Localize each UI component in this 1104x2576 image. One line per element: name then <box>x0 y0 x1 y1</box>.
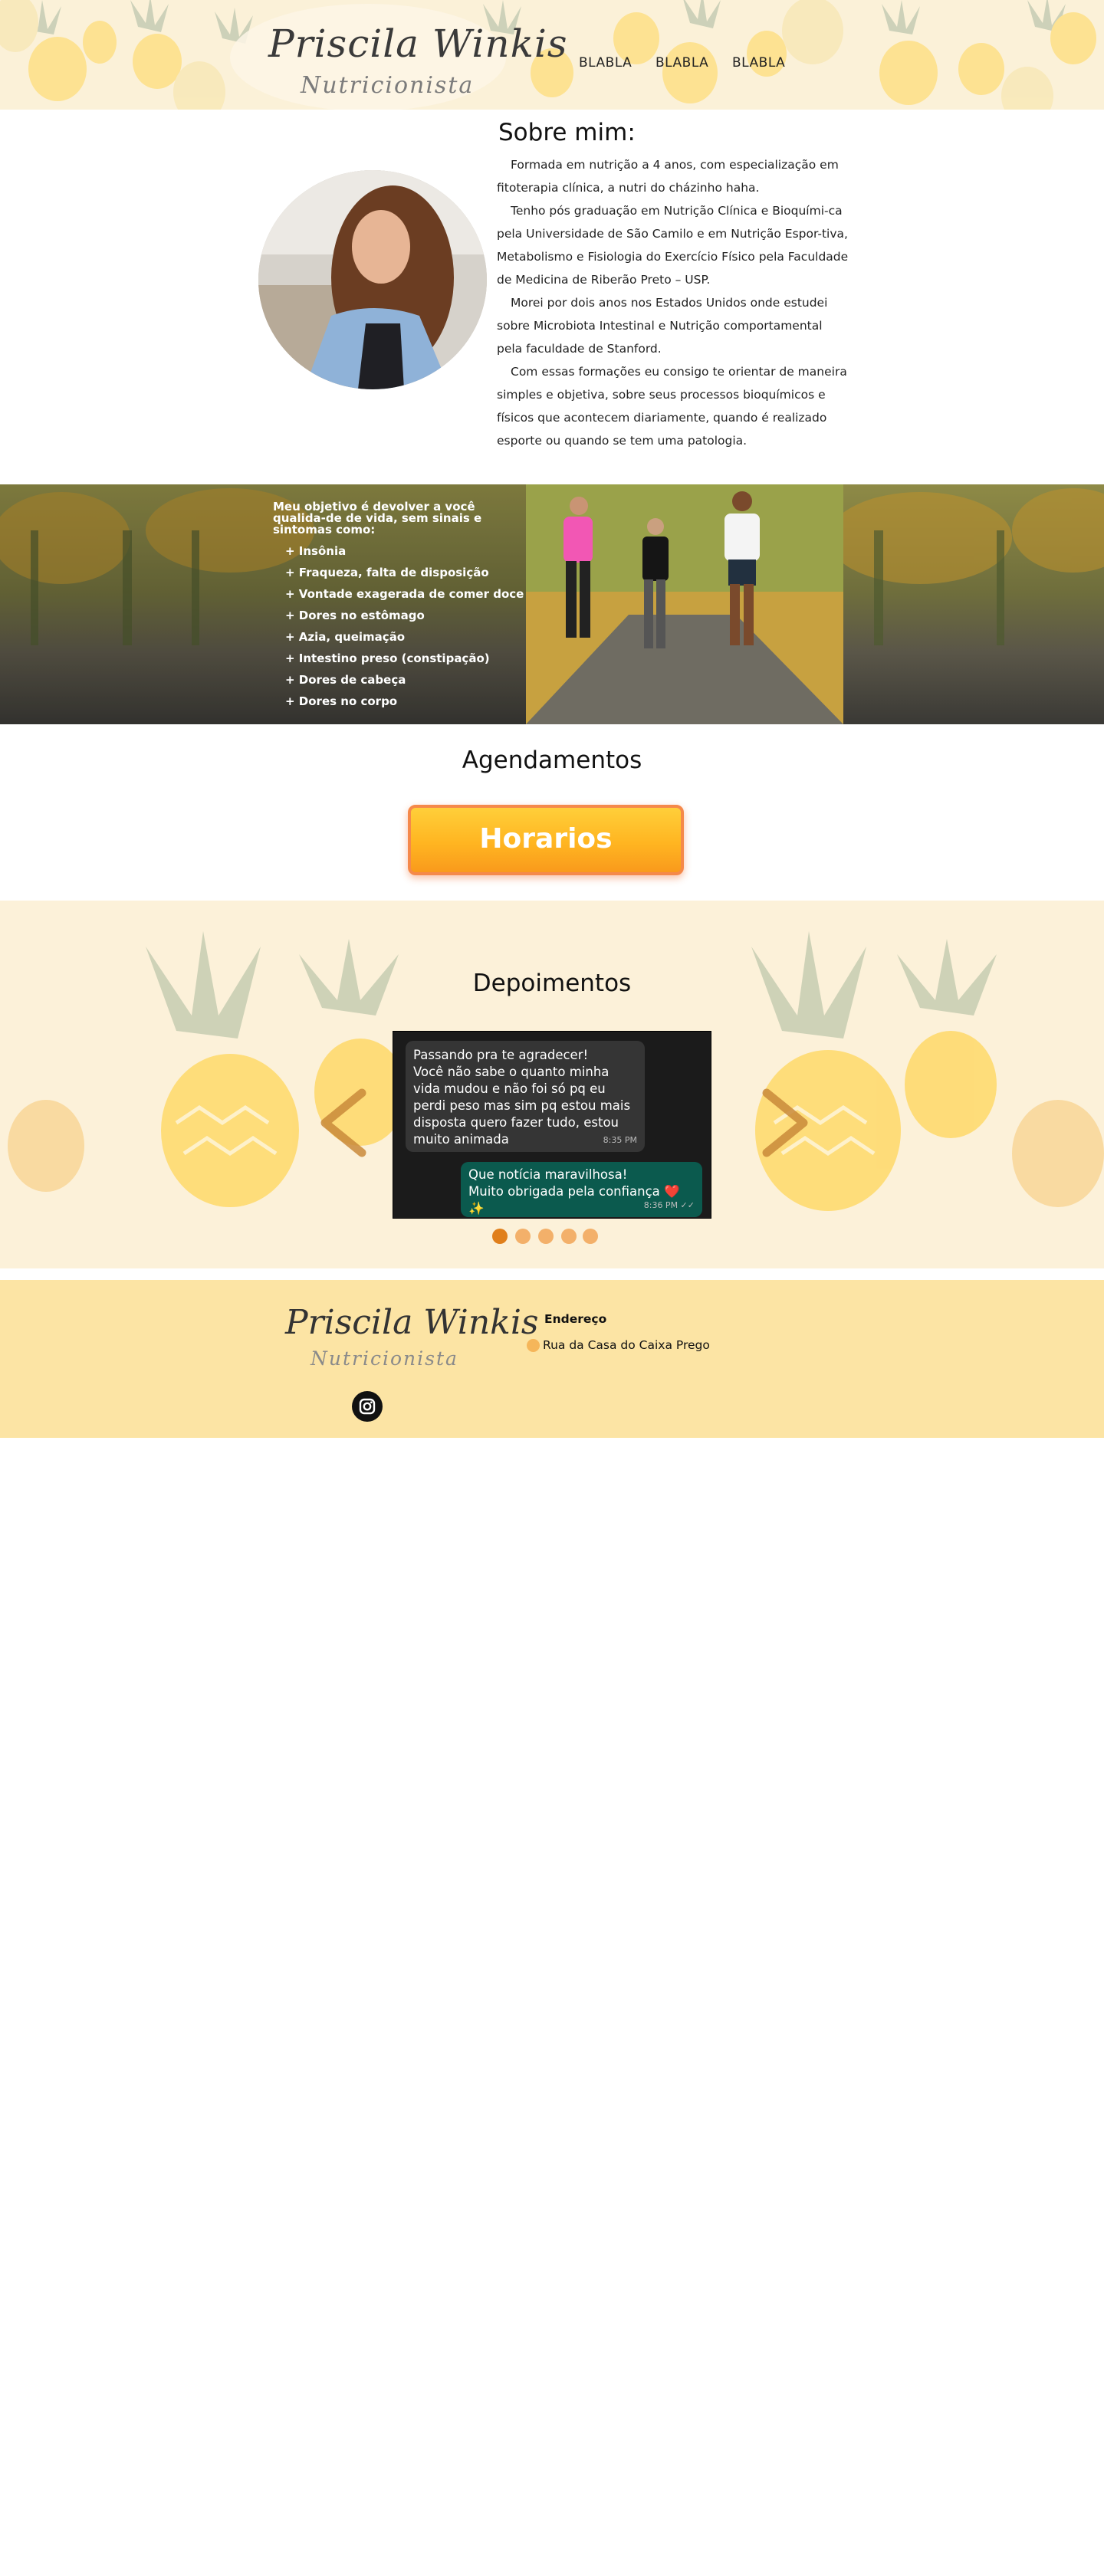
objective-banner <box>0 484 1104 724</box>
symptom-item: + Intestino preso (constipação) <box>285 651 490 665</box>
logo-title[interactable]: Priscila Winkis <box>268 21 568 66</box>
instagram-icon <box>359 1398 376 1415</box>
nav-link-1[interactable]: BLABLA <box>579 55 632 71</box>
carousel-dot-2[interactable] <box>515 1229 531 1244</box>
objective-intro: Meu objetivo é devolver a você qualida-d… <box>273 500 482 537</box>
logo-subtitle: Nutricionista <box>301 72 475 99</box>
symptom-item: + Azia, queimação <box>285 630 406 644</box>
about-paragraph-1: Formada em nutrição a 4 anos, com especi… <box>497 158 839 195</box>
symptom-item: + Dores de cabeça <box>285 673 406 687</box>
address-text: Rua da Casa do Caixa Prego <box>543 1338 710 1352</box>
symptom-item: + Insônia <box>285 544 347 558</box>
about-paragraph-2: Tenho pós graduação em Nutrição Clínica … <box>497 204 849 287</box>
testimonials-title: Depoimentos <box>472 970 632 997</box>
testimonial-chat-screenshot: Passando pra te agradecer! Você não sabe… <box>393 1031 711 1219</box>
objective-text: Meu objetivo é devolver a você qualida-d… <box>273 501 526 712</box>
symptom-item: + Dores no estômago <box>285 609 425 622</box>
symptom-item: + Fraqueza, falta de disposição <box>285 566 489 579</box>
about-text: Formada em nutrição a 4 anos, com especi… <box>497 153 849 452</box>
carousel-dot-3[interactable] <box>538 1229 554 1244</box>
instagram-link[interactable] <box>352 1391 383 1422</box>
about-paragraph-4: Com essas formações eu consigo te orient… <box>497 365 847 448</box>
footer-logo-subtitle: Nutricionista <box>310 1347 458 1370</box>
site-header: Priscila Winkis Nutricionista BLABLA BLA… <box>0 0 1104 110</box>
chevron-right-icon <box>762 1088 808 1157</box>
symptom-item: + Vontade exagerada de comer doce <box>285 587 524 601</box>
chat-message-outgoing: Que notícia maravilhosa! Muito obrigada … <box>461 1162 702 1217</box>
symptom-item: + Dores no corpo <box>285 694 398 708</box>
about-title: Sobre mim: <box>498 119 636 146</box>
schedule-title: Agendamentos <box>462 747 642 774</box>
chevron-left-icon <box>320 1088 366 1157</box>
chat-timestamp: 8:35 PM <box>603 1135 637 1145</box>
schedule-button[interactable]: Horarios <box>408 805 684 875</box>
carousel-next-button[interactable] <box>759 1088 813 1160</box>
walking-park-photo <box>0 484 1104 724</box>
chat-message-incoming: Passando pra te agradecer! Você não sabe… <box>406 1041 645 1152</box>
nav-link-3[interactable]: BLABLA <box>732 55 785 71</box>
carousel-dot-1[interactable] <box>492 1229 508 1244</box>
footer-logo-title: Priscila Winkis <box>285 1303 539 1342</box>
address-heading: Endereço <box>544 1312 607 1326</box>
profile-photo <box>258 170 487 389</box>
about-paragraph-3: Morei por dois anos nos Estados Unidos o… <box>497 296 828 356</box>
symptom-list: + Insônia + Fraqueza, falta de disposiçã… <box>273 540 526 712</box>
chat-timestamp: 8:36 PM ✓✓ <box>643 1200 695 1210</box>
location-dot-icon <box>527 1339 540 1352</box>
site-footer <box>0 1280 1104 1438</box>
carousel-prev-button[interactable] <box>316 1088 370 1160</box>
nav-link-2[interactable]: BLABLA <box>656 55 708 71</box>
carousel-dot-5[interactable] <box>583 1229 598 1244</box>
carousel-dot-4[interactable] <box>561 1229 577 1244</box>
